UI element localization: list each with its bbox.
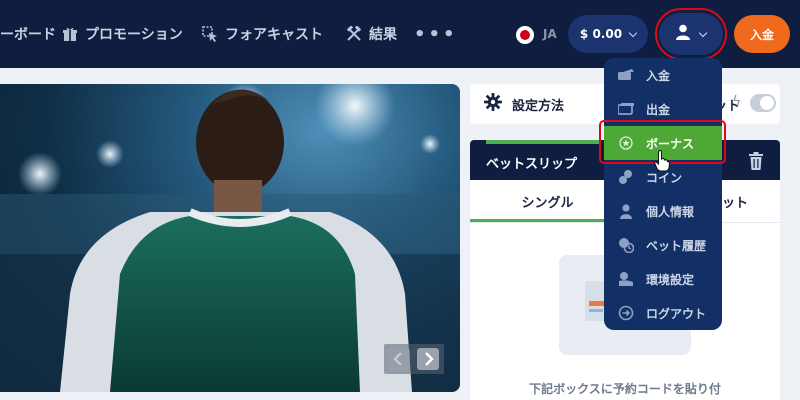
crossed-hammers-icon: [346, 25, 362, 42]
nav-item-results[interactable]: 結果: [346, 22, 397, 46]
more-menu-button[interactable]: •••: [414, 24, 458, 45]
trash-icon[interactable]: [748, 152, 764, 170]
menu-item-withdraw-label: 出金: [646, 102, 671, 117]
balance-amount: $ 0.00: [579, 27, 623, 41]
tab-single-label: シングル: [521, 195, 574, 211]
japan-flag-icon[interactable]: [516, 26, 534, 44]
menu-item-preferences-label: 環境設定: [646, 272, 695, 287]
nav-item-forecast[interactable]: フォアキャスト: [202, 22, 323, 46]
nav-item-results-label: 結果: [369, 27, 397, 43]
menu-item-personal-info-label: 個人情報: [646, 204, 695, 219]
deposit-button[interactable]: 入金: [734, 15, 790, 53]
withdraw-icon: [618, 101, 634, 117]
logout-icon: [618, 305, 634, 321]
person-icon: [618, 203, 634, 219]
menu-item-personal-info[interactable]: 個人情報: [604, 194, 722, 228]
nav-item-forecast-label: フォアキャスト: [225, 27, 323, 43]
menu-item-bet-history-label: ベット履歴: [646, 238, 707, 253]
highlight-ring: [655, 8, 727, 60]
menu-item-deposit-label: 入金: [646, 68, 671, 83]
coins-icon: [618, 169, 634, 185]
betslip-title: ベットスリップ: [486, 157, 578, 172]
nav-item-dashboard[interactable]: ーボード: [0, 22, 56, 46]
carousel-controls: [384, 344, 444, 374]
booking-code-hint: 下記ボックスに予約コードを貼り付: [529, 382, 721, 396]
gear-icon: [484, 93, 502, 115]
menu-item-logout[interactable]: ログアウト: [604, 296, 722, 330]
menu-item-preferences[interactable]: 環境設定: [604, 262, 722, 296]
deposit-icon: [618, 67, 634, 83]
chevron-down-icon: [628, 28, 638, 37]
quick-bet-toggle[interactable]: [750, 94, 776, 112]
settings-hand-icon: [618, 271, 634, 287]
menu-item-deposit[interactable]: 入金: [604, 58, 722, 92]
gift-icon: [62, 26, 78, 42]
cursor-click-icon: [202, 26, 218, 42]
balance-button[interactable]: $ 0.00: [568, 15, 648, 53]
user-dropdown-menu: 入金 出金 ボーナス コイン 個人情報 ベット履歴 環境設定 ログアウト: [604, 58, 722, 330]
history-icon: [618, 237, 634, 253]
tab-multiple-label: ット: [721, 195, 748, 211]
betslip-accent-bar: [486, 140, 600, 144]
language-selector[interactable]: JA: [543, 27, 557, 41]
nav-item-promotions[interactable]: プロモーション: [62, 22, 183, 46]
lightning-icon: ϟ: [732, 94, 742, 110]
nav-item-dashboard-label: ーボード: [0, 27, 56, 43]
tab-single[interactable]: シングル: [470, 180, 625, 222]
hero-banner-image: [0, 84, 460, 392]
settings-label: 設定方法: [512, 98, 565, 114]
menu-item-bet-history[interactable]: ベット履歴: [604, 228, 722, 262]
hand-pointer-cursor-icon: [654, 150, 671, 172]
carousel-next-button[interactable]: [417, 348, 439, 370]
menu-item-logout-label: ログアウト: [646, 306, 707, 321]
carousel-prev-button[interactable]: [388, 348, 410, 370]
nav-item-promotions-label: プロモーション: [85, 27, 183, 43]
